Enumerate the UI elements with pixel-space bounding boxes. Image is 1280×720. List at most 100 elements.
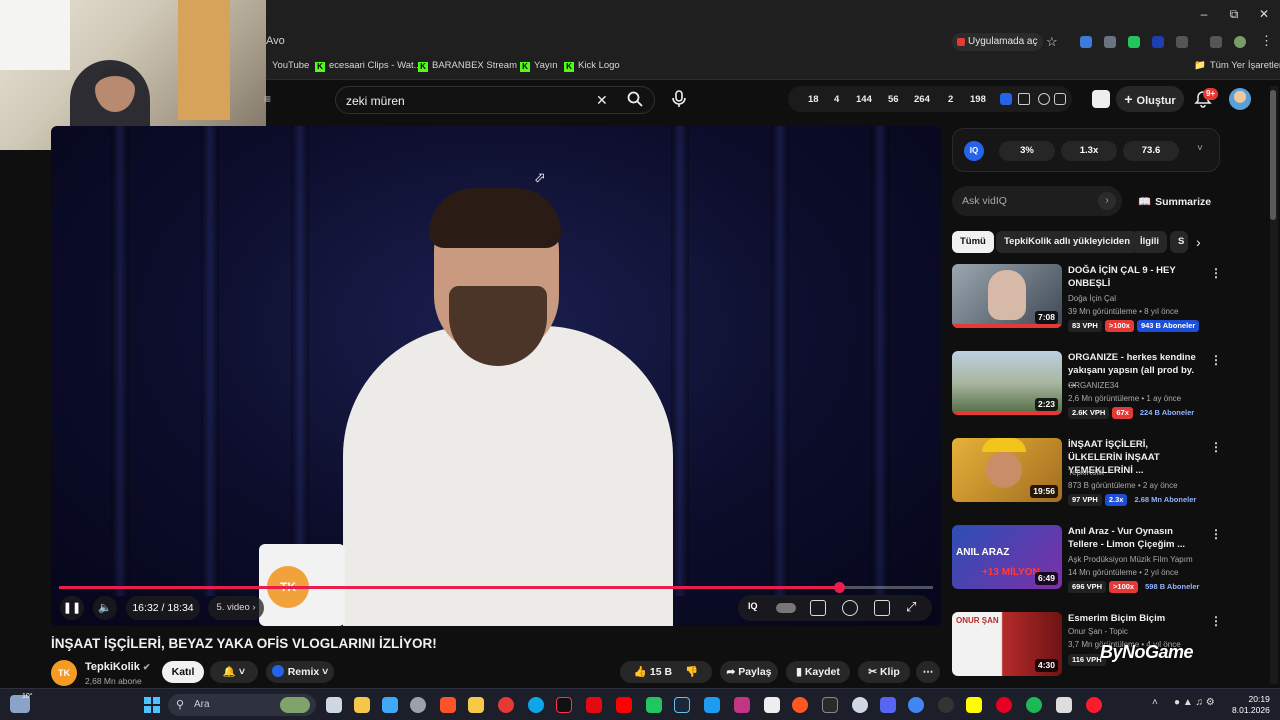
netflix-icon[interactable] (586, 697, 602, 713)
volume-icon[interactable]: 🔈 (93, 596, 117, 620)
more-options-icon[interactable]: ⋮ (1210, 266, 1222, 280)
recommendation-channel[interactable]: Doğa İçin Çal (1068, 294, 1116, 303)
more-options-icon[interactable]: ⋮ (1210, 614, 1222, 628)
shield-icon[interactable] (1104, 36, 1116, 48)
tray-icons[interactable]: ● ▲ ♫ ⚙ (1174, 697, 1215, 708)
close-window-icon[interactable]: ✕ (1252, 6, 1276, 22)
twitter-icon[interactable] (704, 697, 720, 713)
taskbar-clock[interactable]: 20:19 8.01.2026 (1232, 694, 1270, 716)
autoplay-toggle[interactable] (776, 603, 796, 613)
recommendation-item[interactable]: 7:08 DOĞA İÇİN ÇAL 9 - HEY ONBEŞLİ Doğa … (952, 264, 1222, 342)
save-button[interactable]: ▮ Kaydet (786, 661, 850, 683)
recommendation-title[interactable]: Esmerim Biçim Biçim (1068, 612, 1200, 625)
video-player[interactable]: TK (51, 126, 941, 626)
video-thumbnail[interactable]: 2:23 (952, 351, 1062, 415)
create-button[interactable]: + Oluştur (1116, 86, 1184, 112)
more-options-icon[interactable]: ⋮ (1210, 440, 1222, 454)
video-thumbnail[interactable]: ONUR ŞAN 4:30 (952, 612, 1062, 676)
send-arrow-icon[interactable]: › (1098, 192, 1116, 210)
remix-button[interactable]: Remix ˅ (266, 661, 334, 683)
star-icon[interactable]: ☆ (1046, 34, 1058, 50)
recommendation-item[interactable]: ANIL ARAZ +13 MİLYON 6:49 Anıl Araz - Vu… (952, 525, 1222, 603)
spotify-icon[interactable] (1026, 697, 1042, 713)
recommendation-item[interactable]: 19:56 İNŞAAT İŞÇİLERİ, ÜLKELERİN İNŞAAT … (952, 438, 1222, 516)
open-in-app-button[interactable]: Uygulamada aç (952, 33, 1044, 51)
summarize-button[interactable]: 📖 Summarize (1138, 195, 1211, 208)
youtube-app-icon[interactable] (498, 697, 514, 713)
obs-icon[interactable] (938, 697, 954, 713)
speedometer-icon[interactable] (852, 697, 868, 713)
account-avatar[interactable] (1229, 88, 1251, 110)
file-explorer-icon[interactable] (354, 697, 370, 713)
progress-bar[interactable] (59, 582, 933, 593)
bookmark-baranbex[interactable]: K BARANBEX Stream -... (418, 60, 531, 72)
settings-gear-icon[interactable] (842, 600, 858, 616)
bookmark-youtube[interactable]: YouTube (272, 60, 309, 71)
app-icon[interactable] (792, 697, 808, 713)
settings-icon[interactable] (410, 697, 426, 713)
fullscreen-icon[interactable]: ⤢ (906, 599, 916, 615)
share-button[interactable]: ➦ Paylaş (720, 661, 778, 683)
recommendation-channel[interactable]: Onur Şan - Topic (1068, 627, 1128, 636)
extension-icon[interactable] (1152, 36, 1164, 48)
hamburger-menu-icon[interactable]: ≡ (264, 92, 271, 106)
snapchat-icon[interactable] (966, 697, 982, 713)
app-icon[interactable] (764, 697, 780, 713)
video-thumbnail[interactable]: ANIL ARAZ +13 MİLYON 6:49 (952, 525, 1062, 589)
instagram-icon[interactable] (734, 697, 750, 713)
profile-icon[interactable] (1234, 36, 1246, 48)
vidiq-player-icon[interactable]: IQ (748, 601, 758, 611)
recommendation-channel[interactable]: ORGANIZE34 (1068, 381, 1119, 390)
pause-icon[interactable]: ❚❚ (60, 596, 84, 620)
page-scrollbar[interactable] (1270, 86, 1278, 684)
puzzle-icon[interactable] (1176, 36, 1188, 48)
chrome-icon[interactable] (908, 697, 924, 713)
chevron-right-icon[interactable]: › (1196, 234, 1201, 250)
bookmark-yayin[interactable]: K Yayın (520, 60, 558, 72)
recommendation-item[interactable]: 2:23 ORGANIZE - herkes kendine yakışanı … (952, 351, 1222, 429)
restore-icon[interactable]: ⧉ (1222, 6, 1246, 22)
notifications-dropdown-button[interactable]: 🔔 ˅ (210, 661, 258, 683)
channel-name[interactable]: TepkiKolik ✔ (85, 661, 150, 673)
like-button[interactable]: 👍 15 B (634, 666, 672, 678)
pinterest-icon[interactable] (996, 697, 1012, 713)
tiktok-icon[interactable] (556, 697, 572, 713)
video-thumbnail[interactable]: 7:08 (952, 264, 1062, 328)
extension-icon[interactable] (1080, 36, 1092, 48)
menu-list-icon[interactable] (1210, 36, 1222, 48)
clear-search-icon[interactable]: ✕ (596, 92, 608, 109)
channel-avatar[interactable]: TK (51, 660, 77, 686)
recommendation-channel[interactable]: Aşk Prodüksiyon Müzik Film Yapım (1068, 555, 1193, 564)
vidiq-logo[interactable]: IQ (964, 141, 984, 161)
tray-chevron-icon[interactable]: ˄ (1152, 697, 1158, 708)
subtitles-icon[interactable] (810, 600, 826, 616)
thumbs-down-icon[interactable]: 👎 (685, 666, 698, 678)
search-input[interactable]: zeki müren (346, 94, 405, 108)
recommendation-title[interactable]: Anıl Araz - Vur Oynasın Tellere - Limon … (1068, 525, 1200, 551)
chip-related[interactable]: İlgili (1132, 231, 1167, 253)
theater-mode-icon[interactable] (874, 600, 890, 616)
microphone-icon[interactable] (670, 89, 688, 109)
address-bar[interactable]: Avo (266, 35, 285, 47)
edge-icon[interactable] (528, 697, 544, 713)
task-view-icon[interactable] (326, 697, 342, 713)
opera-icon[interactable] (1086, 697, 1102, 713)
more-options-icon[interactable]: ⋮ (1210, 527, 1222, 541)
search-box[interactable]: zeki müren ✕ (335, 86, 655, 114)
ask-vidiq-input[interactable]: Ask vidIQ › (952, 186, 1122, 216)
recommendation-channel[interactable]: TepkiKolik (1068, 468, 1104, 477)
copilot-icon[interactable] (382, 697, 398, 713)
bookmark-kick-logo[interactable]: K Kick Logo (564, 60, 620, 72)
app-icon[interactable] (646, 697, 662, 713)
chevron-down-icon[interactable]: ˅ (1197, 143, 1203, 154)
more-actions-icon[interactable]: ⋯ (916, 661, 940, 683)
youtube-icon[interactable] (616, 697, 632, 713)
scrollbar-thumb[interactable] (1270, 90, 1276, 220)
brave-icon[interactable] (440, 697, 456, 713)
clip-button[interactable]: ✂ Klip (858, 661, 910, 683)
taskbar-search[interactable]: ⚲ Ara (168, 694, 316, 716)
more-options-icon[interactable]: ⋮ (1210, 353, 1222, 367)
rocket-icon[interactable] (1054, 93, 1066, 105)
app-icon[interactable] (1056, 697, 1072, 713)
app-icon[interactable] (468, 697, 484, 713)
